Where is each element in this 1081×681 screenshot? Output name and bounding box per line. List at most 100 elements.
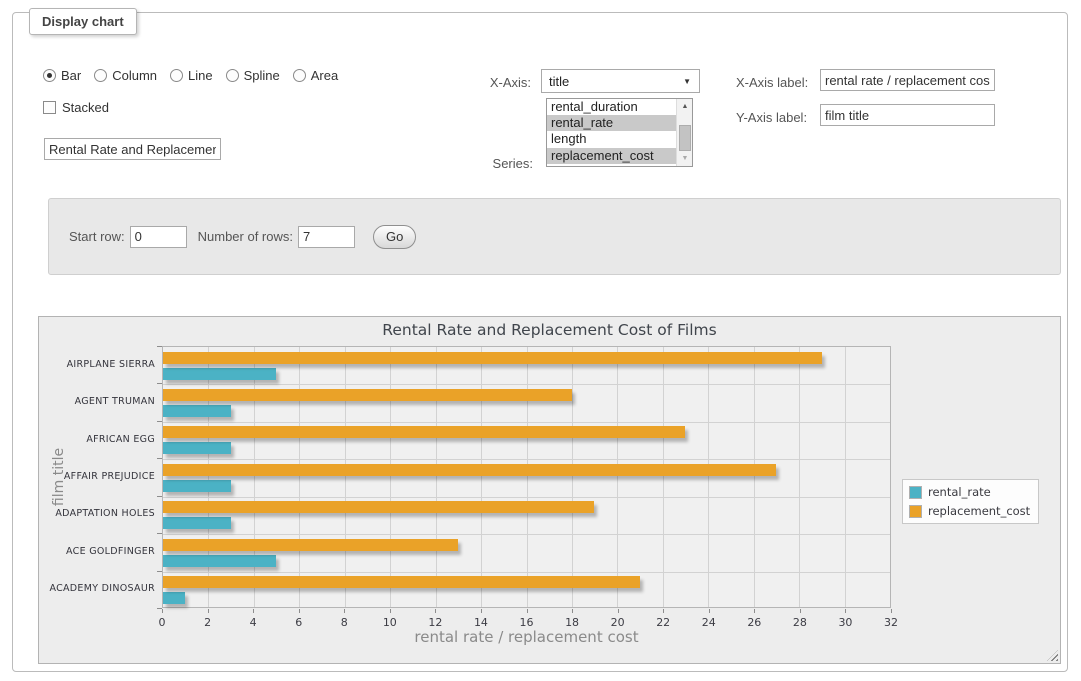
number-of-rows-input[interactable] <box>298 226 355 248</box>
scrollbar-thumb[interactable] <box>679 125 691 151</box>
tick-mark <box>157 608 162 609</box>
tick-mark <box>435 609 436 613</box>
select-dropdown-arrow-icon: ▼ <box>683 78 691 86</box>
radio-icon[interactable] <box>226 69 239 82</box>
radio-icon[interactable] <box>170 69 183 82</box>
gridline <box>617 347 618 607</box>
replacement_cost-bar <box>163 464 776 476</box>
chart-type-radio-column[interactable]: Column <box>94 68 157 83</box>
rental_rate-bar <box>163 592 185 604</box>
radio-label: Area <box>311 68 338 83</box>
series-multiselect[interactable]: rental_durationrental_ratelengthreplacem… <box>546 98 693 167</box>
resize-handle-icon[interactable] <box>1047 650 1058 661</box>
tick-mark <box>157 383 162 384</box>
rental_rate-bar <box>163 442 231 454</box>
tick-mark <box>481 609 482 613</box>
chart-title: Rental Rate and Replacement Cost of Film… <box>39 321 1060 339</box>
series-list-label: Series: <box>475 156 533 171</box>
series-option-list: rental_durationrental_ratelengthreplacem… <box>547 99 676 166</box>
legend-label: replacement_cost <box>928 504 1030 518</box>
gridline <box>254 347 255 607</box>
stacked-checkbox-row[interactable]: Stacked <box>43 100 109 115</box>
display-chart-fieldset: Display chart BarColumnLineSplineArea St… <box>12 12 1068 672</box>
gridline <box>527 347 528 607</box>
chart-type-radio-area[interactable]: Area <box>293 68 338 83</box>
gridline <box>481 347 482 607</box>
replacement_cost-bar <box>163 501 594 513</box>
tick-mark <box>663 609 664 613</box>
legend-swatch <box>909 505 922 518</box>
tick-mark <box>527 609 528 613</box>
stacked-label: Stacked <box>62 100 109 115</box>
x-axis-label-input[interactable] <box>820 69 995 91</box>
category-label: AFRICAN EGG <box>39 434 155 445</box>
gridline <box>436 347 437 607</box>
rental_rate-bar <box>163 555 276 567</box>
radio-icon[interactable] <box>293 69 306 82</box>
tick-mark <box>157 533 162 534</box>
legend-label: rental_rate <box>928 485 991 499</box>
category-label: ADAPTATION HOLES <box>39 508 155 519</box>
rental_rate-bar <box>163 480 231 492</box>
category-label: AFFAIR PREJUDICE <box>39 471 155 482</box>
start-row-input[interactable] <box>130 226 187 248</box>
y-axis-label-input[interactable] <box>820 104 995 126</box>
series-option-rental_duration[interactable]: rental_duration <box>547 99 676 115</box>
series-option-rental_rate[interactable]: rental_rate <box>547 115 692 131</box>
start-row-label: Start row: <box>69 229 125 244</box>
gridline <box>163 497 890 498</box>
tick-mark <box>618 609 619 613</box>
stacked-checkbox[interactable] <box>43 101 56 114</box>
gridline <box>163 459 890 460</box>
category-label: AGENT TRUMAN <box>39 396 155 407</box>
tick-mark <box>157 421 162 422</box>
series-option-length[interactable]: length <box>547 131 676 147</box>
x-axis-label-label: X-Axis label: <box>736 75 808 90</box>
chart-type-radio-line[interactable]: Line <box>170 68 213 83</box>
category-label: ACADEMY DINOSAUR <box>39 583 155 594</box>
gridline <box>708 347 709 607</box>
radio-label: Column <box>112 68 157 83</box>
tick-mark <box>157 571 162 572</box>
plot-area <box>162 346 891 608</box>
tick-mark <box>253 609 254 613</box>
x-axis-select[interactable]: title ▼ <box>541 69 700 93</box>
chart-container: Rental Rate and Replacement Cost of Film… <box>38 316 1061 664</box>
gridline <box>390 347 391 607</box>
gridline <box>572 347 573 607</box>
chart-legend: rental_rate replacement_cost <box>902 479 1039 524</box>
category-label: AIRPLANE SIERRA <box>39 359 155 370</box>
tick-mark <box>344 609 345 613</box>
legend-item-replacement_cost: replacement_cost <box>909 504 1030 518</box>
gridline <box>163 572 890 573</box>
rental_rate-bar <box>163 368 276 380</box>
rental_rate-bar <box>163 517 231 529</box>
row-range-panel: Start row: Number of rows: Go <box>48 198 1061 275</box>
radio-label: Line <box>188 68 213 83</box>
tick-mark <box>390 609 391 613</box>
chart-type-radio-spline[interactable]: Spline <box>226 68 280 83</box>
gridline <box>163 534 890 535</box>
tick-mark <box>800 609 801 613</box>
series-option-replacement_cost[interactable]: replacement_cost <box>547 148 692 164</box>
category-label: ACE GOLDFINGER <box>39 546 155 557</box>
replacement_cost-bar <box>163 539 458 551</box>
tick-mark <box>157 458 162 459</box>
chart-type-radio-bar[interactable]: Bar <box>43 68 81 83</box>
chart-title-input[interactable] <box>44 138 221 160</box>
gridline <box>163 422 890 423</box>
radio-icon[interactable] <box>43 69 56 82</box>
fieldset-legend: Display chart <box>29 8 137 35</box>
tick-mark <box>162 609 163 613</box>
radio-icon[interactable] <box>94 69 107 82</box>
y-axis-label-label: Y-Axis label: <box>736 110 807 125</box>
scroll-up-icon[interactable]: ▲ <box>677 99 693 114</box>
tick-mark <box>572 609 573 613</box>
replacement_cost-bar <box>163 576 640 588</box>
replacement_cost-bar <box>163 352 822 364</box>
scroll-down-icon[interactable]: ▼ <box>677 151 693 166</box>
listbox-scrollbar[interactable]: ▲ ▼ <box>676 99 692 166</box>
go-button[interactable]: Go <box>373 225 416 249</box>
gridline <box>299 347 300 607</box>
radio-label: Bar <box>61 68 81 83</box>
